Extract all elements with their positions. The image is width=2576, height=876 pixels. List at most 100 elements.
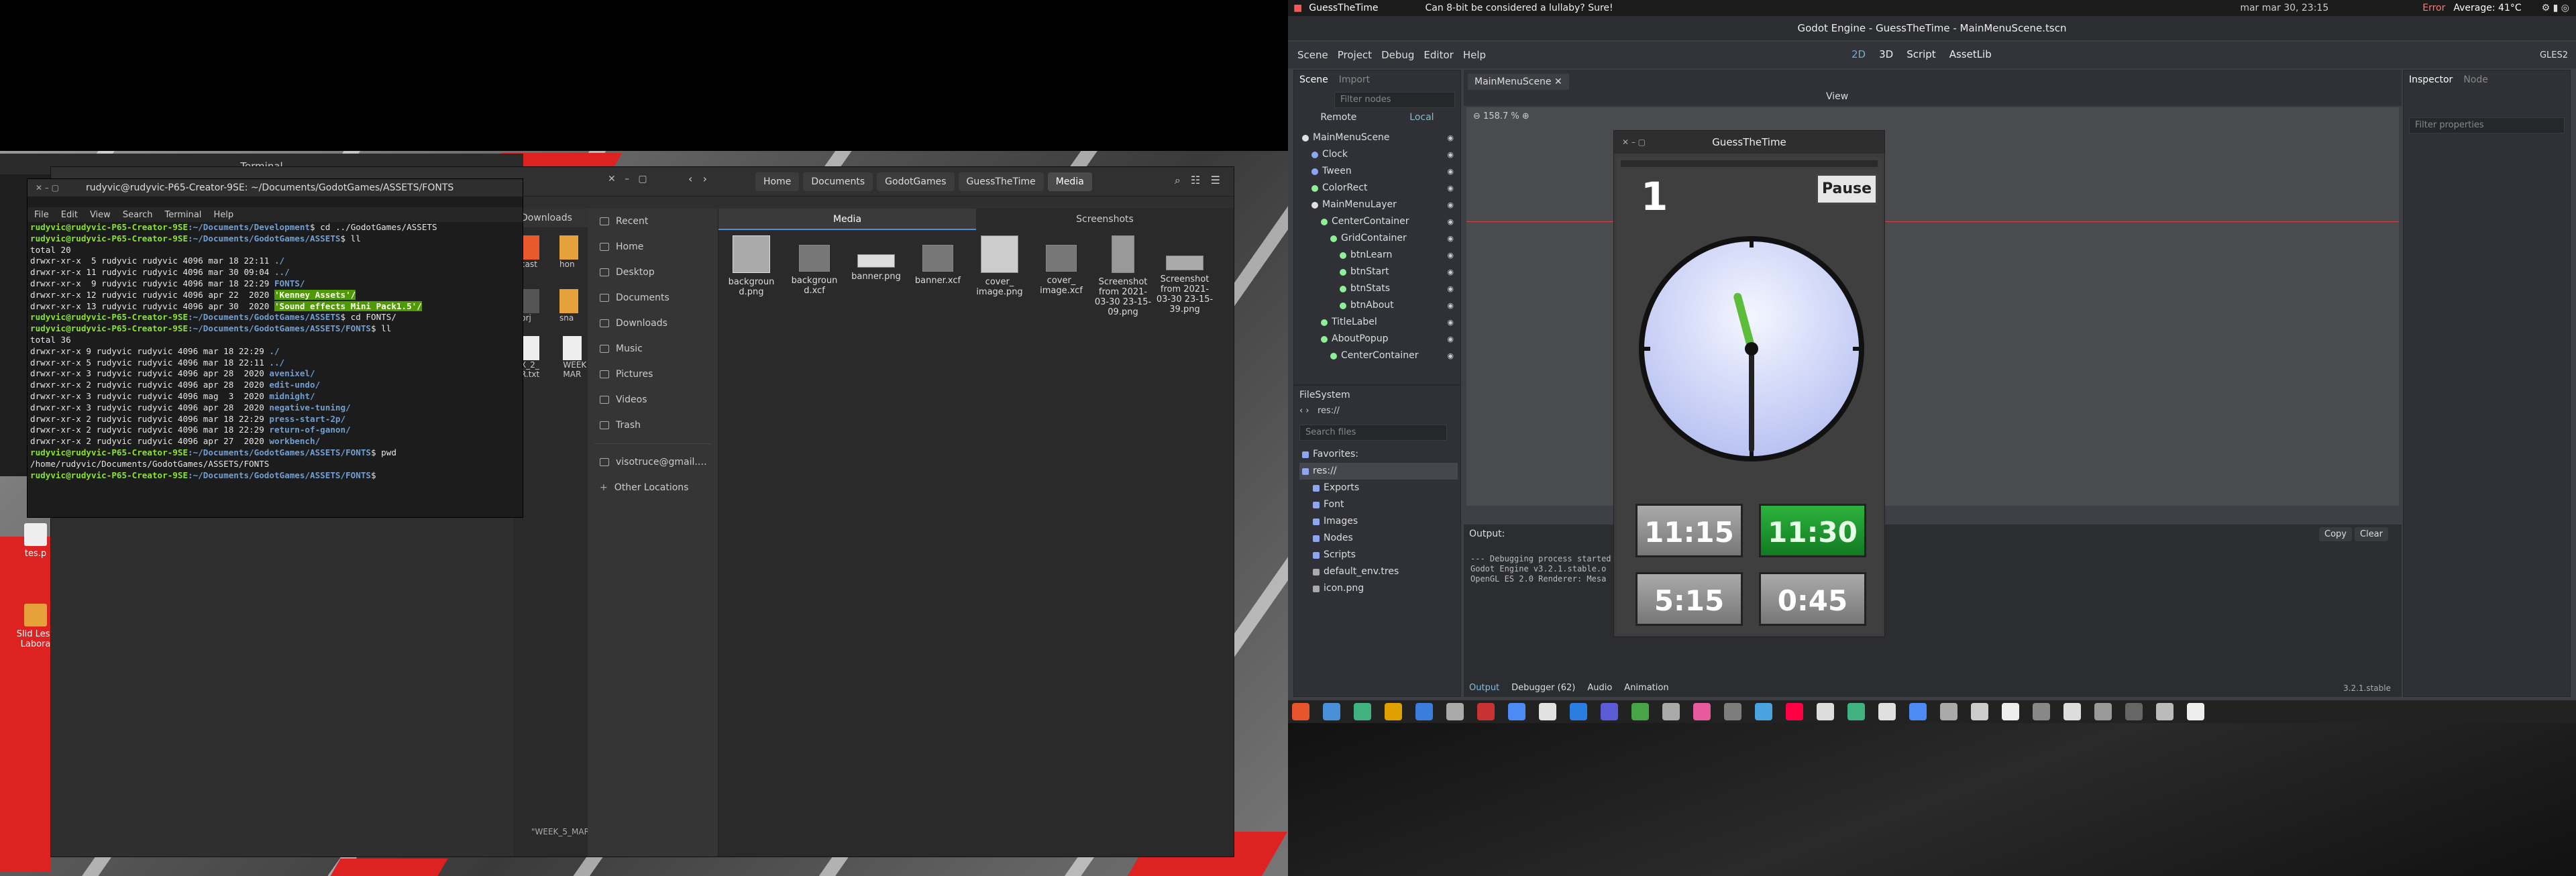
tab-output[interactable]: Output — [1469, 683, 1499, 693]
visibility-icon[interactable]: ◉ — [1447, 331, 1454, 347]
search-files-input[interactable]: Search files — [1299, 425, 1447, 441]
fs-item[interactable]: Exports — [1299, 480, 1458, 496]
sidebar-item-pictures[interactable]: Pictures — [588, 362, 718, 387]
terminal-output[interactable]: rudyvic@rudyvic-P65-Creator-9SE:~/Docume… — [30, 222, 519, 514]
taskbar-app-icon[interactable] — [2094, 703, 2112, 720]
scene-node[interactable]: CenterContainer ◉ — [1297, 347, 1458, 364]
error-indicator[interactable]: Error — [2422, 3, 2445, 13]
renderer-select[interactable]: GLES2 — [2540, 50, 2568, 60]
nav-arrows[interactable]: ‹ › — [688, 172, 707, 185]
zoom-out-icon[interactable]: ⊖ — [1473, 111, 1481, 121]
tab-audio[interactable]: Audio — [1587, 683, 1612, 693]
scene-node[interactable]: btnAbout ◉ — [1297, 297, 1458, 314]
scene-node[interactable]: btnLearn ◉ — [1297, 247, 1458, 264]
scene-node[interactable]: ColorRect ◉ — [1297, 180, 1458, 197]
taskbar-app-icon[interactable] — [1878, 703, 1896, 720]
scene-tab-mainmenu[interactable]: MainMenuScene ✕ — [1468, 74, 1569, 90]
filter-properties-input[interactable]: Filter properties — [2409, 117, 2565, 133]
tab-node[interactable]: Node — [2463, 74, 2488, 85]
sidebar-item-videos[interactable]: Videos — [588, 387, 718, 413]
menu-editor[interactable]: Editor — [1424, 49, 1453, 61]
taskbar-app-icon[interactable] — [1755, 703, 1772, 720]
taskbar-app-icon[interactable] — [1909, 703, 1927, 720]
taskbar-app-icon[interactable] — [1385, 703, 1402, 720]
fs-item[interactable]: Favorites: — [1299, 446, 1458, 463]
visibility-icon[interactable]: ◉ — [1447, 347, 1454, 364]
breadcrumb-home[interactable]: Home — [755, 172, 800, 191]
file-item[interactable]: banner.xcf — [908, 235, 968, 286]
visibility-icon[interactable]: ◉ — [1447, 180, 1454, 197]
file-item[interactable]: backgroun d.png — [721, 235, 782, 297]
visibility-icon[interactable]: ◉ — [1447, 280, 1454, 297]
fs-item[interactable]: Images — [1299, 513, 1458, 530]
visibility-icon[interactable]: ◉ — [1447, 247, 1454, 264]
sidebar-item-music[interactable]: Music — [588, 336, 718, 362]
file-item[interactable]: backgroun d.xcf — [784, 235, 845, 296]
temperature-indicator[interactable]: Average: 41°C — [2453, 3, 2521, 13]
visibility-icon[interactable]: ◉ — [1447, 146, 1454, 163]
taskbar-app-icon[interactable] — [2125, 703, 2143, 720]
zoom-indicator[interactable]: ⊖ 158.7 % ⊕ — [1473, 111, 1529, 121]
sidebar-item-documents[interactable]: Documents — [588, 285, 718, 311]
sidebar-item-trash[interactable]: Trash — [588, 413, 718, 438]
tab-import[interactable]: Import — [1339, 74, 1370, 85]
answer-button-4[interactable]: 0:45 — [1759, 572, 1866, 626]
taskbar-app-icon[interactable] — [1446, 703, 1464, 720]
taskbar-app-icon[interactable] — [1570, 703, 1587, 720]
visibility-icon[interactable]: ◉ — [1447, 197, 1454, 213]
visibility-icon[interactable]: ◉ — [1447, 163, 1454, 180]
tab-inspector[interactable]: Inspector — [2409, 74, 2453, 85]
file-item[interactable]: cover_ image.xcf — [1031, 235, 1091, 296]
window-controls[interactable]: ✕ – ▢ — [1622, 131, 1646, 154]
taskbar-app-icon[interactable] — [1477, 703, 1495, 720]
scene-node[interactable]: btnStart ◉ — [1297, 264, 1458, 280]
taskbar-app-icon[interactable] — [2033, 703, 2050, 720]
menu-edit[interactable]: Edit — [61, 210, 78, 220]
taskbar-app-icon[interactable] — [1940, 703, 1957, 720]
filter-nodes-input[interactable]: Filter nodes — [1334, 92, 1455, 108]
taskbar-app-icon[interactable] — [1693, 703, 1711, 720]
close-icon[interactable]: ✕ — [1554, 76, 1562, 87]
godot-editor-window[interactable]: Godot Engine - GuessTheTime - MainMenuSc… — [1288, 16, 2576, 700]
sidebar-item-downloads[interactable]: Downloads — [588, 311, 718, 336]
workspace-assetlib[interactable]: AssetLib — [1949, 48, 1992, 60]
view-menu[interactable]: View — [1826, 91, 1848, 102]
fs-item[interactable]: Nodes — [1299, 530, 1458, 547]
file-item[interactable]: Screenshot from 2021-03-30 23-15-39.png — [1155, 235, 1215, 315]
menu-help[interactable]: Help — [1463, 49, 1486, 61]
scene-node[interactable]: Tween ◉ — [1297, 163, 1458, 180]
clear-button[interactable]: Clear — [2355, 527, 2388, 541]
file-item[interactable]: banner.png — [846, 235, 906, 282]
breadcrumb-guessthetime[interactable]: GuessTheTime — [958, 172, 1044, 191]
tab-media[interactable]: Media — [718, 209, 976, 230]
visibility-icon[interactable]: ◉ — [1447, 264, 1454, 280]
visibility-icon[interactable]: ◉ — [1447, 297, 1454, 314]
taskbar-app-icon[interactable] — [1724, 703, 1741, 720]
search-icon[interactable]: ⌕ ☷ ☰ — [1175, 174, 1220, 187]
visibility-icon[interactable]: ◉ — [1447, 213, 1454, 230]
scene-node[interactable]: CenterContainer ◉ — [1297, 213, 1458, 230]
copy-button[interactable]: Copy — [2319, 527, 2352, 541]
tab-animation[interactable]: Animation — [1624, 683, 1668, 693]
taskbar-app-icon[interactable] — [2002, 703, 2019, 720]
visibility-icon[interactable]: ◉ — [1447, 314, 1454, 331]
taskbar-app-icon[interactable] — [1323, 703, 1340, 720]
menu-help[interactable]: Help — [213, 210, 233, 220]
taskbar-app-icon[interactable] — [1847, 703, 1865, 720]
scene-node[interactable]: Clock ◉ — [1297, 146, 1458, 163]
fs-item[interactable]: Font — [1299, 496, 1458, 513]
taskbar-app-icon[interactable] — [1292, 703, 1309, 720]
zoom-in-icon[interactable]: ⊕ — [1522, 111, 1529, 121]
clock-datetime[interactable]: mar mar 30, 23:15 — [2240, 3, 2328, 13]
scene-node[interactable]: MainMenuLayer ◉ — [1297, 197, 1458, 213]
scene-node[interactable]: btnStats ◉ — [1297, 280, 1458, 297]
fs-item[interactable]: res:// — [1299, 463, 1458, 480]
taskbar-app-icon[interactable] — [1662, 703, 1680, 720]
system-tray-icons[interactable]: ⚙ ▮ ◎ — [2542, 3, 2569, 13]
window-controls[interactable]: ✕ – ▢ — [608, 174, 647, 184]
sidebar-item-recent[interactable]: Recent — [588, 209, 718, 234]
scene-node[interactable]: AboutPopup ◉ — [1297, 331, 1458, 347]
menu-project[interactable]: Project — [1338, 49, 1372, 61]
workspace-2d[interactable]: 2D — [1851, 48, 1866, 60]
menu-search[interactable]: Search — [123, 210, 153, 220]
